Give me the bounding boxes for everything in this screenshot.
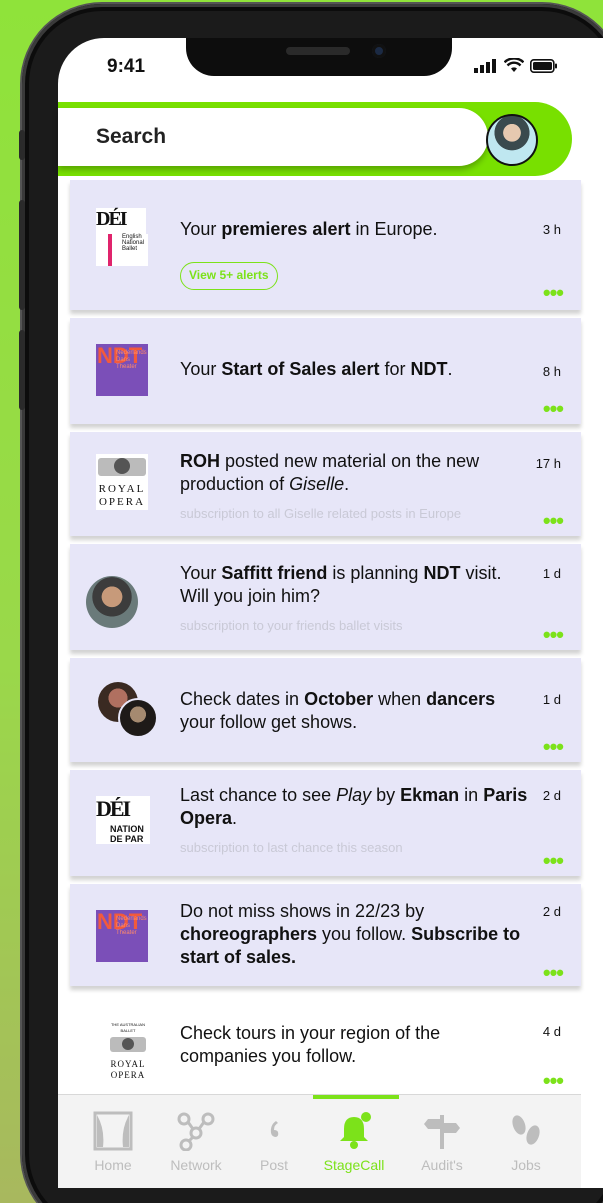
network-icon <box>177 1112 215 1151</box>
ndt-logo: NDT Nederlands Dans Theater <box>96 344 148 396</box>
notification-subscription: subscription to your friends ballet visi… <box>180 618 403 633</box>
more-options-icon[interactable]: ••• <box>543 282 564 304</box>
more-options-icon[interactable]: ••• <box>543 1070 564 1092</box>
view-alerts-button[interactable]: View 5+ alerts <box>180 262 278 290</box>
notification-text: Check dates in October when dancers your… <box>180 689 496 732</box>
search-input[interactable]: Search <box>58 108 488 166</box>
status-icons <box>474 58 558 73</box>
notification-text: Last chance to see Play by Ekman in Pari… <box>180 785 528 828</box>
bottom-nav: Home Network Post StageCall Audit's Jobs <box>58 1094 581 1188</box>
more-options-icon[interactable]: ••• <box>543 624 564 646</box>
signpost-icon <box>424 1115 460 1149</box>
notification-card[interactable]: DÉI English National Ballet Your premier… <box>70 180 581 310</box>
notification-time: 1 d <box>542 566 561 581</box>
notification-time: 4 d <box>542 1024 561 1039</box>
notification-text: ROH posted new material on the new produ… <box>180 451 480 494</box>
crest-icon <box>98 458 146 476</box>
notification-text: Your Start of Sales alert for NDT. <box>180 359 453 379</box>
paris-opera-logo: DÉI NATION DE PAR <box>96 796 150 844</box>
notification-time: 1 d <box>542 692 561 707</box>
notification-text: Check tours in your region of the compan… <box>180 1023 441 1066</box>
profile-avatar[interactable] <box>486 114 538 166</box>
notification-subscription: subscription to last chance this season <box>180 840 403 855</box>
notification-card[interactable]: Your Saffitt friend is planning NDT visi… <box>70 544 581 650</box>
speaker-grille <box>286 47 350 55</box>
notification-card[interactable]: THE AUSTRALIAN BALLET ROYAL OPERA Check … <box>70 994 581 1094</box>
dancer-avatar <box>118 698 158 738</box>
volume-up-button <box>19 200 25 310</box>
nav-post[interactable]: Post <box>234 1095 314 1185</box>
notification-text: Do not miss shows in 22/23 by choreograp… <box>180 901 521 967</box>
notification-card[interactable]: Check dates in October when dancers your… <box>70 658 581 762</box>
notification-card[interactable]: ROYAL OPERA ROH posted new material on t… <box>70 432 581 536</box>
front-camera <box>372 44 386 58</box>
search-bar: Search <box>58 102 572 176</box>
crest-icon <box>110 1037 146 1052</box>
notification-time: 17 h <box>535 456 561 471</box>
english-national-ballet-logo: DÉI English National Ballet <box>96 208 148 266</box>
ndt-logo: NDT Nederlands Dans Theater <box>96 910 148 962</box>
signal-icon <box>474 58 496 73</box>
quote-icon <box>270 1121 279 1137</box>
more-options-icon[interactable]: ••• <box>543 510 564 532</box>
notification-text: Your premieres alert in Europe. <box>180 219 438 239</box>
more-options-icon[interactable]: ••• <box>543 850 564 872</box>
nav-home[interactable]: Home <box>73 1095 153 1185</box>
notification-time: 2 d <box>542 788 561 803</box>
notch <box>186 38 452 76</box>
theater-curtain-icon <box>93 1111 133 1151</box>
bell-icon <box>340 1112 371 1149</box>
more-options-icon[interactable]: ••• <box>543 736 564 758</box>
status-time: 9:41 <box>107 56 146 77</box>
notification-time: 3 h <box>542 222 561 237</box>
mute-switch <box>19 130 25 160</box>
royal-opera-logo: ROYAL OPERA <box>96 454 148 510</box>
notification-time: 8 h <box>542 364 561 379</box>
notification-card[interactable]: DÉI NATION DE PAR Last chance to see Pla… <box>70 770 581 876</box>
notification-text: Your Saffitt friend is planning NDT visi… <box>180 563 502 606</box>
nav-audits[interactable]: Audit's <box>402 1095 482 1185</box>
wifi-icon <box>504 58 524 72</box>
notification-time: 2 d <box>542 904 561 919</box>
volume-down-button <box>19 330 25 410</box>
notification-card[interactable]: NDT Nederlands Dans Theater Your Start o… <box>70 318 581 424</box>
battery-icon <box>530 58 557 73</box>
nav-stagecall[interactable]: StageCall <box>314 1095 394 1185</box>
nav-jobs[interactable]: Jobs <box>486 1095 566 1185</box>
nav-network[interactable]: Network <box>156 1095 236 1185</box>
australian-ballet-royal-opera-logo: THE AUSTRALIAN BALLET ROYAL OPERA <box>104 1022 152 1080</box>
more-options-icon[interactable]: ••• <box>543 962 564 984</box>
notification-card[interactable]: NDT Nederlands Dans Theater Do not miss … <box>70 884 581 986</box>
notification-subscription: subscription to all Giselle related post… <box>180 506 462 521</box>
more-options-icon[interactable]: ••• <box>543 398 564 420</box>
footsteps-icon <box>512 1115 540 1145</box>
friend-avatar <box>86 576 138 628</box>
search-label: Search <box>96 125 167 148</box>
